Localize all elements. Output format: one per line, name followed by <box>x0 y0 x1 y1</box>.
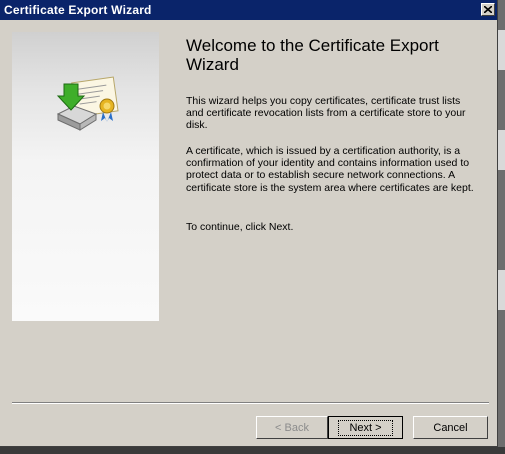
desktop-background-bottom <box>0 447 505 454</box>
page-title: Welcome to the Certificate Export Wizard <box>186 36 439 74</box>
wizard-side-panel <box>12 32 159 321</box>
wizard-window: Certificate Export Wizard Welcome to the… <box>0 0 498 447</box>
window-title: Certificate Export Wizard <box>4 3 152 17</box>
intro-paragraph: This wizard helps you copy certificates,… <box>186 95 466 132</box>
next-button[interactable]: Next > <box>328 416 403 439</box>
back-button[interactable]: < Back <box>256 416 328 439</box>
continue-instruction: To continue, click Next. <box>186 221 294 233</box>
next-button-label: Next > <box>338 419 393 436</box>
button-divider <box>12 402 489 404</box>
close-button[interactable] <box>481 3 495 16</box>
desktop-background-right <box>498 0 505 454</box>
certificate-export-icon <box>56 76 119 131</box>
cancel-button[interactable]: Cancel <box>413 416 488 439</box>
close-icon <box>484 6 492 13</box>
title-bar[interactable]: Certificate Export Wizard <box>0 0 497 20</box>
certificate-description-paragraph: A certificate, which is issued by a cert… <box>186 145 474 194</box>
cancel-button-label: Cancel <box>433 421 468 434</box>
back-button-label: < Back <box>275 421 309 434</box>
